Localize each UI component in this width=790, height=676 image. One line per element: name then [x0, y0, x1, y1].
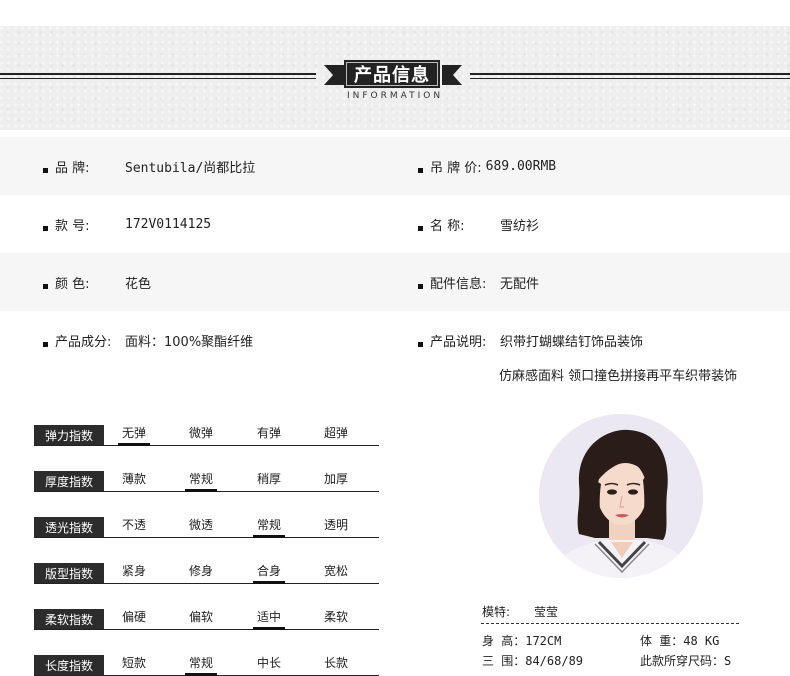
index-option: 长款 — [323, 656, 348, 670]
index-row: 长度指数 短款 常规 中长 长款 — [34, 652, 379, 676]
name-label: 名 称: — [430, 218, 465, 234]
index-name-tag: 柔软指数 — [34, 609, 104, 630]
ribbon-left — [324, 65, 344, 85]
bullet-icon — [418, 341, 423, 347]
index-option: 柔软 — [323, 610, 348, 624]
index-row: 柔软指数 偏硬 偏软 适中 柔软 — [34, 606, 379, 630]
index-name-tag: 弹力指数 — [34, 425, 104, 446]
index-row: 弹力指数 无弹 微弹 有弹 超弹 — [34, 422, 379, 446]
model-height: 身 高：172CM — [482, 634, 562, 648]
index-baseline — [34, 583, 379, 584]
bullet-icon — [418, 225, 423, 231]
index-option: 微弹 — [188, 426, 213, 440]
tag-price-label: 吊 牌 价: — [430, 160, 482, 176]
index-baseline — [34, 629, 379, 630]
index-option: 偏软 — [188, 610, 213, 624]
material-field: 产品成分: 面料：100%聚酯纤维 — [43, 311, 253, 369]
model-weight: 体 重：48 KG — [640, 634, 720, 648]
index-option: 宽松 — [323, 564, 348, 578]
info-row-1: 品 牌: Sentubila/尚都比拉 吊 牌 价: 689.00RMB — [0, 137, 790, 195]
description-value: 织带打蝴蝶结钉饰品装饰 — [500, 334, 644, 350]
index-option: 透明 — [323, 518, 348, 532]
index-option: 不透 — [121, 518, 146, 532]
index-name-tag: 版型指数 — [34, 563, 104, 584]
section-title: 产品信息 — [344, 60, 440, 88]
bullet-icon — [43, 225, 48, 231]
bullet-icon — [43, 341, 48, 347]
model-measurements: 三 围：84/68/89 — [482, 654, 584, 668]
index-row: 厚度指数 薄款 常规 稍厚 加厚 — [34, 468, 379, 492]
bullet-icon — [418, 167, 423, 173]
index-option: 微透 — [188, 518, 213, 532]
index-option-selected: 常规 — [249, 516, 289, 538]
header-rule-right — [470, 73, 790, 79]
accessory-label: 配件信息: — [430, 276, 487, 292]
model-label: 模特: — [482, 605, 511, 619]
section-header: 产品信息 INFORMATION — [0, 26, 790, 130]
model-photo — [539, 414, 703, 578]
index-option-selected: 常规 — [181, 470, 221, 492]
brand-value: Sentubila/尚都比拉 — [125, 160, 256, 176]
header-rule-left — [0, 73, 316, 79]
info-row-4: 产品成分: 面料：100%聚酯纤维 产品说明: 织带打蝴蝶结钉饰品装饰 — [0, 311, 790, 369]
index-option: 稍厚 — [256, 472, 281, 486]
index-option: 短款 — [121, 656, 146, 670]
bullet-icon — [418, 283, 423, 289]
accessory-value: 无配件 — [500, 276, 540, 292]
index-option: 偏硬 — [121, 610, 146, 624]
bullet-icon — [43, 283, 48, 289]
accessory-field: 配件信息: 无配件 — [418, 253, 539, 311]
index-baseline — [34, 537, 379, 538]
brand-label: 品 牌: — [55, 160, 90, 176]
index-name-tag: 厚度指数 — [34, 471, 104, 492]
index-option: 紧身 — [121, 564, 146, 578]
index-option-selected: 常规 — [181, 654, 221, 676]
description-field: 产品说明: 织带打蝴蝶结钉饰品装饰 — [418, 311, 643, 369]
index-option: 超弹 — [323, 426, 348, 440]
model-name: 莹莹 — [534, 605, 559, 619]
index-option-selected: 适中 — [249, 608, 289, 630]
description-label: 产品说明: — [430, 334, 487, 350]
info-row-2: 款 号: 172V0114125 名 称: 雪纺衫 — [0, 195, 790, 253]
section-subtitle: INFORMATION — [346, 91, 444, 101]
brand-field: 品 牌: Sentubila/尚都比拉 — [43, 137, 255, 195]
model-size: 此款所穿尺码：S — [640, 654, 732, 668]
bullet-icon — [43, 167, 48, 173]
color-value: 花色 — [125, 276, 152, 292]
info-row-3: 颜 色: 花色 配件信息: 无配件 — [0, 253, 790, 311]
style-no-field: 款 号: 172V0114125 — [43, 195, 211, 253]
index-option: 加厚 — [323, 472, 348, 486]
description-value-line2: 仿麻感面料 领口撞色拼接再平车织带装饰 — [499, 369, 738, 384]
material-label: 产品成分: — [55, 334, 112, 350]
index-name-tag: 透光指数 — [34, 517, 104, 538]
tag-price-field: 吊 牌 价: 689.00RMB — [418, 137, 556, 195]
index-option: 修身 — [188, 564, 213, 578]
tag-price-value: 689.00RMB — [485, 158, 557, 174]
name-field: 名 称: 雪纺衫 — [418, 195, 539, 253]
ribbon-right — [442, 65, 462, 85]
name-value: 雪纺衫 — [500, 218, 540, 234]
color-field: 颜 色: 花色 — [43, 253, 151, 311]
index-baseline — [34, 445, 379, 446]
model-portrait-image — [539, 414, 703, 578]
style-no-value: 172V0114125 — [125, 216, 212, 232]
index-option-selected: 合身 — [249, 562, 289, 584]
index-option: 薄款 — [121, 472, 146, 486]
index-name-tag: 长度指数 — [34, 655, 104, 676]
index-row: 透光指数 不透 微透 常规 透明 — [34, 514, 379, 538]
color-label: 颜 色: — [55, 276, 90, 292]
index-option-selected: 无弹 — [114, 424, 154, 446]
section-title-text: 产品信息 — [354, 65, 430, 86]
index-row: 版型指数 紧身 修身 合身 宽松 — [34, 560, 379, 584]
index-option: 中长 — [256, 656, 281, 670]
style-no-label: 款 号: — [55, 218, 90, 234]
material-value: 面料：100%聚酯纤维 — [125, 334, 254, 350]
index-option: 有弹 — [256, 426, 281, 440]
model-divider — [481, 623, 739, 624]
